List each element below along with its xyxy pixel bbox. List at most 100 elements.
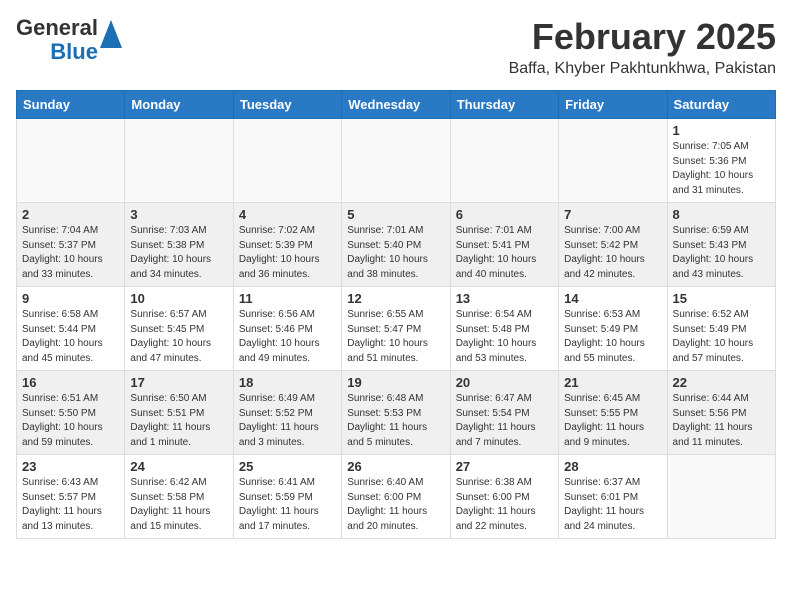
day-info: Sunrise: 6:56 AM Sunset: 5:46 PM Dayligh…: [239, 308, 336, 366]
calendar-cell: 28Sunrise: 6:37 AM Sunset: 6:01 PM Dayli…: [559, 455, 667, 539]
calendar-cell: 7 Sunrise: 7:00 AM Sunset: 5:42 PM Daylig…: [559, 203, 667, 287]
day-number: 6: [456, 207, 553, 222]
day-number: 4: [239, 207, 336, 222]
calendar-cell: 13Sunrise: 6:54 AM Sunset: 5:48 PM Dayli…: [450, 287, 558, 371]
calendar-cell: 5 Sunrise: 7:01 AM Sunset: 5:40 PM Daylig…: [342, 203, 450, 287]
calendar-cell: [342, 119, 450, 203]
weekday-header-thursday: Thursday: [450, 91, 558, 119]
weekday-header-friday: Friday: [559, 91, 667, 119]
logo-triangle-icon: [100, 20, 122, 48]
day-number: 26: [347, 459, 444, 474]
calendar-week-row: 9 Sunrise: 6:58 AM Sunset: 5:44 PM Daylig…: [17, 287, 776, 371]
day-info: Sunrise: 6:41 AM Sunset: 5:59 PM Dayligh…: [239, 476, 336, 534]
weekday-header-monday: Monday: [125, 91, 233, 119]
weekday-header-sunday: Sunday: [17, 91, 125, 119]
logo-blue: Blue: [50, 39, 98, 64]
calendar-cell: [450, 119, 558, 203]
day-info: Sunrise: 7:02 AM Sunset: 5:39 PM Dayligh…: [239, 224, 336, 282]
day-info: Sunrise: 6:53 AM Sunset: 5:49 PM Dayligh…: [564, 308, 661, 366]
day-number: 17: [130, 375, 227, 390]
day-number: 13: [456, 291, 553, 306]
day-info: Sunrise: 7:00 AM Sunset: 5:42 PM Dayligh…: [564, 224, 661, 282]
day-number: 2: [22, 207, 119, 222]
calendar-cell: 20 Sunrise: 6:47 AM Sunset: 5:54 PM Dayli…: [450, 371, 558, 455]
calendar-cell: 17 Sunrise: 6:50 AM Sunset: 5:51 PM Dayli…: [125, 371, 233, 455]
calendar-cell: 3 Sunrise: 7:03 AM Sunset: 5:38 PM Daylig…: [125, 203, 233, 287]
day-number: 8: [673, 207, 770, 222]
day-info: Sunrise: 6:43 AM Sunset: 5:57 PM Dayligh…: [22, 476, 119, 534]
day-number: 20: [456, 375, 553, 390]
calendar-cell: [233, 119, 341, 203]
calendar-cell: 27Sunrise: 6:38 AM Sunset: 6:00 PM Dayli…: [450, 455, 558, 539]
calendar-cell: 10Sunrise: 6:57 AM Sunset: 5:45 PM Dayli…: [125, 287, 233, 371]
day-info: Sunrise: 7:03 AM Sunset: 5:38 PM Dayligh…: [130, 224, 227, 282]
day-number: 14: [564, 291, 661, 306]
calendar-cell: 12 Sunrise: 6:55 AM Sunset: 5:47 PM Dayli…: [342, 287, 450, 371]
calendar-cell: 14 Sunrise: 6:53 AM Sunset: 5:49 PM Dayli…: [559, 287, 667, 371]
day-info: Sunrise: 6:52 AM Sunset: 5:49 PM Dayligh…: [673, 308, 770, 366]
day-number: 3: [130, 207, 227, 222]
calendar-cell: 18Sunrise: 6:49 AM Sunset: 5:52 PM Dayli…: [233, 371, 341, 455]
day-info: Sunrise: 6:38 AM Sunset: 6:00 PM Dayligh…: [456, 476, 553, 534]
weekday-header-wednesday: Wednesday: [342, 91, 450, 119]
day-number: 25: [239, 459, 336, 474]
day-info: Sunrise: 6:50 AM Sunset: 5:51 PM Dayligh…: [130, 392, 227, 450]
calendar-cell: 9 Sunrise: 6:58 AM Sunset: 5:44 PM Daylig…: [17, 287, 125, 371]
calendar-cell: 6Sunrise: 7:01 AM Sunset: 5:41 PM Daylig…: [450, 203, 558, 287]
calendar-cell: 26 Sunrise: 6:40 AM Sunset: 6:00 PM Dayli…: [342, 455, 450, 539]
calendar-cell: 23 Sunrise: 6:43 AM Sunset: 5:57 PM Dayli…: [17, 455, 125, 539]
day-info: Sunrise: 6:55 AM Sunset: 5:47 PM Dayligh…: [347, 308, 444, 366]
calendar-week-row: 16 Sunrise: 6:51 AM Sunset: 5:50 PM Dayli…: [17, 371, 776, 455]
day-info: Sunrise: 6:51 AM Sunset: 5:50 PM Dayligh…: [22, 392, 119, 450]
weekday-header-tuesday: Tuesday: [233, 91, 341, 119]
weekday-header-row: SundayMondayTuesdayWednesdayThursdayFrid…: [17, 91, 776, 119]
location-title: Baffa, Khyber Pakhtunkhwa, Pakistan: [509, 60, 776, 78]
calendar-cell: [125, 119, 233, 203]
logo-general: General: [16, 15, 98, 40]
day-info: Sunrise: 6:40 AM Sunset: 6:00 PM Dayligh…: [347, 476, 444, 534]
day-info: Sunrise: 6:45 AM Sunset: 5:55 PM Dayligh…: [564, 392, 661, 450]
calendar-cell: [17, 119, 125, 203]
day-number: 24: [130, 459, 227, 474]
day-number: 11: [239, 291, 336, 306]
calendar-cell: 21 Sunrise: 6:45 AM Sunset: 5:55 PM Dayli…: [559, 371, 667, 455]
day-info: Sunrise: 6:58 AM Sunset: 5:44 PM Dayligh…: [22, 308, 119, 366]
day-number: 5: [347, 207, 444, 222]
day-info: Sunrise: 7:04 AM Sunset: 5:37 PM Dayligh…: [22, 224, 119, 282]
header: General Blue February 2025 Baffa, Khyber…: [16, 16, 776, 78]
day-number: 15: [673, 291, 770, 306]
day-number: 19: [347, 375, 444, 390]
day-info: Sunrise: 6:49 AM Sunset: 5:52 PM Dayligh…: [239, 392, 336, 450]
day-number: 10: [130, 291, 227, 306]
day-number: 1: [673, 123, 770, 138]
calendar-cell: 19 Sunrise: 6:48 AM Sunset: 5:53 PM Dayli…: [342, 371, 450, 455]
calendar-cell: 2 Sunrise: 7:04 AM Sunset: 5:37 PM Daylig…: [17, 203, 125, 287]
day-number: 21: [564, 375, 661, 390]
day-info: Sunrise: 6:59 AM Sunset: 5:43 PM Dayligh…: [673, 224, 770, 282]
calendar-cell: 8 Sunrise: 6:59 AM Sunset: 5:43 PM Daylig…: [667, 203, 775, 287]
day-number: 23: [22, 459, 119, 474]
day-info: Sunrise: 6:44 AM Sunset: 5:56 PM Dayligh…: [673, 392, 770, 450]
month-title: February 2025: [509, 16, 776, 58]
day-info: Sunrise: 6:37 AM Sunset: 6:01 PM Dayligh…: [564, 476, 661, 534]
day-number: 9: [22, 291, 119, 306]
weekday-header-saturday: Saturday: [667, 91, 775, 119]
calendar-cell: [559, 119, 667, 203]
calendar-cell: 11 Sunrise: 6:56 AM Sunset: 5:46 PM Dayli…: [233, 287, 341, 371]
calendar-cell: 16 Sunrise: 6:51 AM Sunset: 5:50 PM Dayli…: [17, 371, 125, 455]
day-number: 16: [22, 375, 119, 390]
calendar-cell: 25 Sunrise: 6:41 AM Sunset: 5:59 PM Dayli…: [233, 455, 341, 539]
day-number: 22: [673, 375, 770, 390]
day-info: Sunrise: 6:47 AM Sunset: 5:54 PM Dayligh…: [456, 392, 553, 450]
title-area: February 2025 Baffa, Khyber Pakhtunkhwa,…: [509, 16, 776, 78]
day-info: Sunrise: 7:05 AM Sunset: 5:36 PM Dayligh…: [673, 140, 770, 198]
calendar-cell: 22 Sunrise: 6:44 AM Sunset: 5:56 PM Dayli…: [667, 371, 775, 455]
day-number: 7: [564, 207, 661, 222]
day-number: 12: [347, 291, 444, 306]
day-info: Sunrise: 6:42 AM Sunset: 5:58 PM Dayligh…: [130, 476, 227, 534]
calendar-cell: 24 Sunrise: 6:42 AM Sunset: 5:58 PM Dayli…: [125, 455, 233, 539]
calendar-week-row: 2 Sunrise: 7:04 AM Sunset: 5:37 PM Daylig…: [17, 203, 776, 287]
day-info: Sunrise: 6:48 AM Sunset: 5:53 PM Dayligh…: [347, 392, 444, 450]
day-info: Sunrise: 7:01 AM Sunset: 5:40 PM Dayligh…: [347, 224, 444, 282]
calendar-cell: [667, 455, 775, 539]
